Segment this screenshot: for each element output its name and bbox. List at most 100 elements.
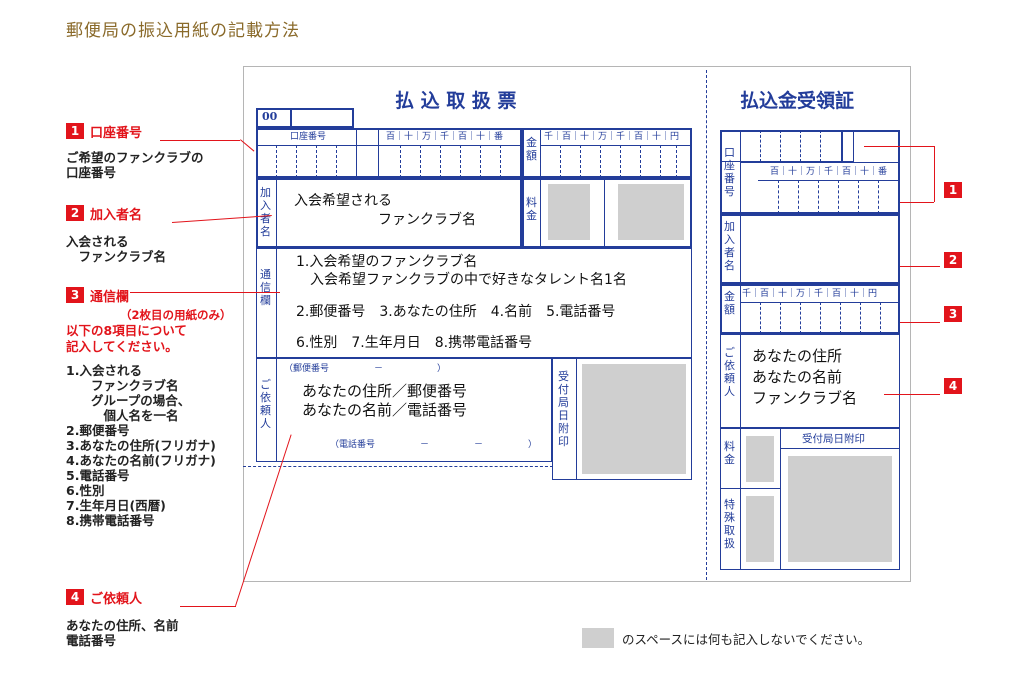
note-text-requester: あなたの住所、名前 電話番号 bbox=[66, 618, 179, 648]
right-stamp-blank bbox=[788, 456, 892, 562]
callout3-line-a bbox=[130, 292, 280, 293]
right-acc-d2 bbox=[798, 180, 799, 214]
right-account-label-divider bbox=[740, 130, 741, 214]
left-acc-d7 bbox=[440, 145, 441, 178]
right-subscriber-label: 加入者名 bbox=[724, 220, 735, 272]
left-acc-d10 bbox=[500, 145, 501, 178]
right-subscriber-divider bbox=[740, 214, 741, 284]
left-requester-label: ご依頼人 bbox=[260, 378, 271, 430]
note-head-communication: 通信欄 bbox=[90, 289, 130, 305]
right-account-label: 口座番号 bbox=[724, 146, 735, 198]
right-subscriber-block bbox=[720, 214, 900, 284]
left-comm-text3: 6.性別 7.生年月日 8.携帯電話番号 bbox=[296, 335, 533, 351]
right-fee-line bbox=[720, 488, 780, 489]
left-stamp-label: 受付局日附印 bbox=[558, 370, 569, 448]
left-subscriber-label: 加入者名 bbox=[260, 186, 271, 238]
note-text-subscriber: 入会される ファンクラブ名 bbox=[66, 234, 167, 264]
left-comm-text2: 2.郵便番号 3.あなたの住所 4.名前 5.電話番号 bbox=[296, 304, 616, 320]
left-amount-digits: 千｜百｜十｜万｜千｜百｜十｜円 bbox=[544, 132, 680, 142]
right-amt-d5 bbox=[840, 302, 841, 334]
left-account-label: 口座番号 bbox=[290, 132, 327, 142]
right-bottom-divider bbox=[740, 428, 741, 570]
right-acc-d3 bbox=[818, 180, 819, 214]
badge-4: 4 bbox=[66, 589, 84, 605]
note-head-requester: ご依頼人 bbox=[90, 591, 143, 607]
right-amt-d7 bbox=[880, 302, 881, 334]
note-subscriber-name: 2 加入者名 入会される ファンクラブ名 bbox=[66, 204, 166, 264]
left-comm-text: 1.入会希望のファンクラブ名 入会希望ファンクラブの中で好きなタレント名1名 bbox=[296, 254, 627, 288]
left-amount-label: 金額 bbox=[526, 136, 537, 162]
callout-r3-line bbox=[900, 322, 940, 323]
right-account-digits: 百｜十｜万｜千｜百｜十｜番 bbox=[770, 167, 888, 177]
left-amt-d4 bbox=[620, 145, 621, 178]
callout-r4-line bbox=[884, 394, 940, 395]
left-comm-divider bbox=[276, 248, 277, 358]
right-amt-d2 bbox=[780, 302, 781, 334]
left-subscriber-divider bbox=[276, 178, 277, 248]
left-fee-divider2 bbox=[604, 178, 605, 248]
right-requester-divider bbox=[740, 334, 741, 428]
form-perforation bbox=[706, 70, 707, 580]
note-head-subscriber: 加入者名 bbox=[90, 207, 143, 223]
left-requester-divider bbox=[276, 358, 277, 462]
left-stamp-divider bbox=[576, 358, 577, 480]
left-acc-d6 bbox=[420, 145, 421, 178]
right-requester-text: あなたの住所 あなたの名前 ファンクラブ名 bbox=[752, 347, 858, 407]
left-acc-d8 bbox=[460, 145, 461, 178]
callout-r2-line bbox=[900, 266, 940, 267]
right-badge-3: 3 bbox=[944, 306, 962, 322]
legend-text: のスペースには何も記入しないでください。 bbox=[622, 631, 871, 647]
left-fee-label: 料金 bbox=[526, 196, 537, 222]
left-form-title: 払 込 取 扱 票 bbox=[395, 90, 517, 112]
callout-r1-line-a bbox=[864, 146, 934, 147]
left-account-digits: 百｜十｜万｜千｜百｜十｜番 bbox=[386, 132, 504, 142]
note-account-number: 1 口座番号 ご希望のファンクラブの 口座番号 bbox=[66, 122, 204, 180]
badge-3: 3 bbox=[66, 287, 84, 303]
left-acc-v2 bbox=[378, 128, 379, 178]
callout1-line-a bbox=[160, 140, 240, 141]
left-comm-label: 通信欄 bbox=[260, 268, 271, 307]
right-amt-d6 bbox=[860, 302, 861, 334]
right-badge-2: 2 bbox=[944, 252, 962, 268]
right-amt-d3 bbox=[800, 302, 801, 334]
right-fee-label: 料金 bbox=[724, 440, 735, 466]
page-title: 郵便局の振込用紙の記載方法 bbox=[66, 21, 300, 41]
right-fee-blank bbox=[746, 436, 774, 482]
left-acc-d9 bbox=[480, 145, 481, 178]
right-amount-label: 金額 bbox=[724, 290, 735, 316]
right-account-mid-line bbox=[740, 162, 900, 163]
left-amt-d3 bbox=[600, 145, 601, 178]
left-amt-d7 bbox=[676, 145, 677, 178]
badge-1: 1 bbox=[66, 123, 84, 139]
note-requester: 4 ご依頼人 あなたの住所、名前 電話番号 bbox=[66, 588, 179, 648]
left-phone-label: （電話番号 － － ） bbox=[330, 440, 538, 450]
right-requester-label: ご依頼人 bbox=[724, 346, 735, 398]
right-acc-d5 bbox=[858, 180, 859, 214]
right-amount-digits: 千｜百｜十｜万｜千｜百｜十｜円 bbox=[742, 289, 878, 299]
left-postal-label: （郵便番号 － ） bbox=[284, 364, 447, 374]
callout-r1-line-b bbox=[934, 146, 935, 202]
left-acc-d3 bbox=[316, 145, 317, 178]
callout4-line-a bbox=[180, 606, 236, 607]
note-head-account: 口座番号 bbox=[90, 125, 143, 141]
blank-space-legend: のスペースには何も記入しないでください。 bbox=[582, 628, 870, 648]
note-sub-communication: （2枚目の用紙のみ） bbox=[120, 308, 232, 322]
left-stamp-blank bbox=[582, 364, 686, 474]
left-subscriber-text: 入会希望される ファンクラブ名 bbox=[294, 193, 476, 228]
right-badge-1: 1 bbox=[944, 182, 962, 198]
legend-swatch bbox=[582, 628, 614, 648]
left-acc-d4 bbox=[336, 145, 337, 178]
left-amt-d6 bbox=[660, 145, 661, 178]
callout-r1-line-c bbox=[900, 202, 934, 203]
left-fee-blank-1 bbox=[548, 184, 590, 240]
right-special-blank bbox=[746, 496, 774, 562]
left-amount-header-line bbox=[540, 145, 692, 146]
left-amt-d2 bbox=[580, 145, 581, 178]
left-acc-d1 bbox=[276, 145, 277, 178]
left-acc-d2 bbox=[296, 145, 297, 178]
left-code-text: 00 bbox=[262, 110, 278, 123]
left-tear-line bbox=[243, 466, 553, 467]
right-amount-divider bbox=[740, 284, 741, 334]
left-fee-divider bbox=[540, 178, 541, 248]
left-code-divider bbox=[290, 108, 292, 128]
